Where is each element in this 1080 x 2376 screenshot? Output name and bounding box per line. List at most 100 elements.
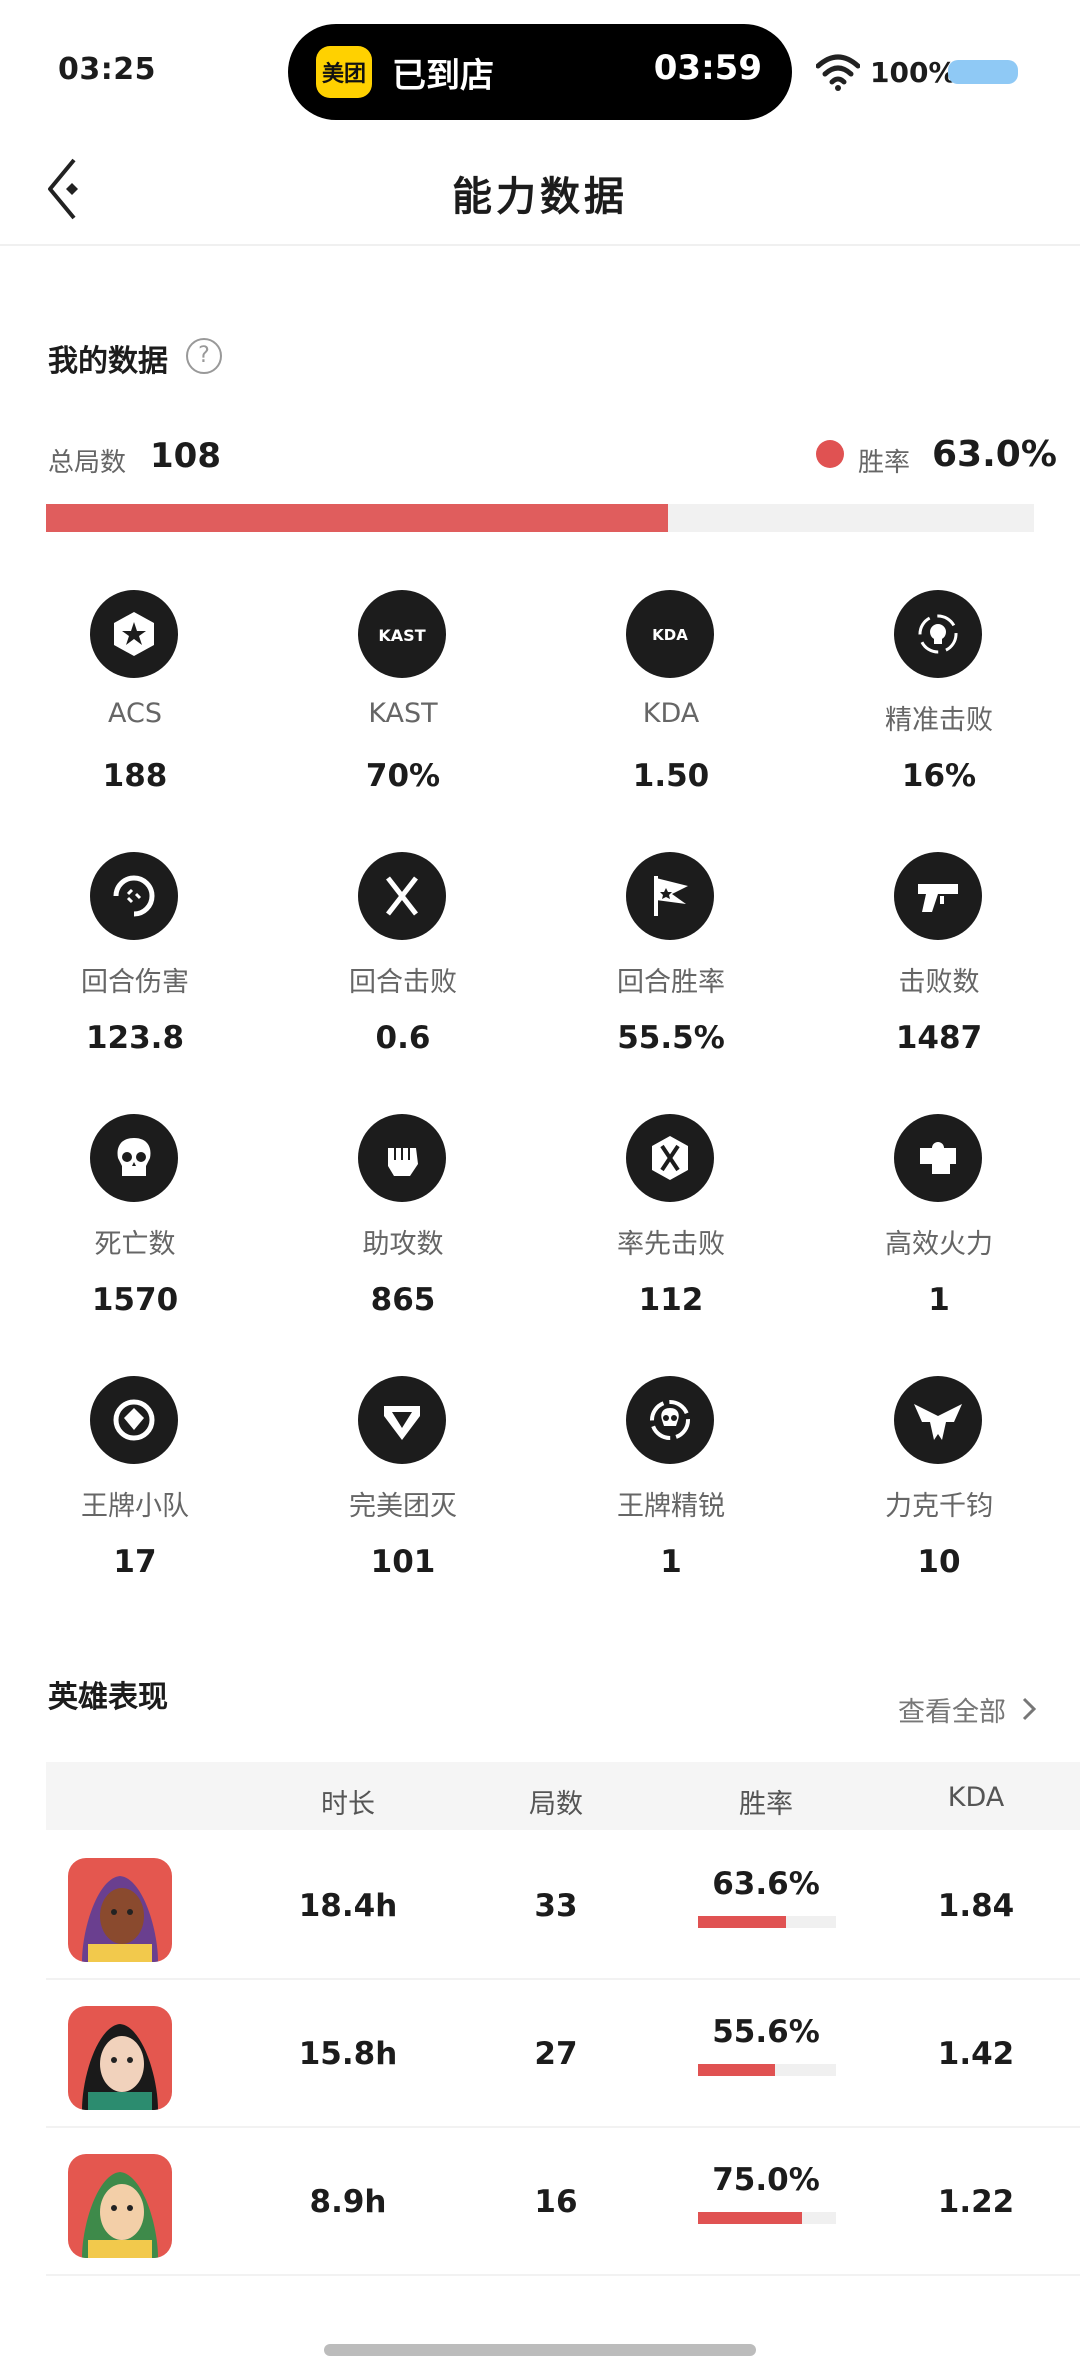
meituan-app-icon: 美团 — [316, 46, 372, 98]
stat-item[interactable]: 高效火力 1 — [804, 1106, 1074, 1370]
stat-item[interactable]: 力克千钧 10 — [804, 1368, 1074, 1632]
first-blood-icon — [626, 1114, 714, 1202]
stat-item[interactable]: ACS 188 — [0, 582, 270, 846]
stat-label: 精准击败 — [885, 705, 993, 736]
hero-games: 33 — [534, 1888, 578, 1924]
stat-label: 回合胜率 — [617, 967, 725, 998]
hero-win-rate-bar — [698, 2212, 836, 2224]
stat-item[interactable]: 回合伤害 123.8 — [0, 844, 270, 1108]
wifi-icon — [816, 54, 860, 91]
my-data-title: 我的数据 — [48, 344, 168, 379]
island-timer: 03:59 — [653, 48, 762, 88]
stat-item[interactable]: 助攻数 865 — [268, 1106, 538, 1370]
stat-item[interactable]: 精准击败 16% — [804, 582, 1074, 846]
hero-table-header: 时长 局数 胜率 KDA — [46, 1762, 1080, 1830]
status-time: 03:25 — [58, 52, 156, 87]
stat-label: 王牌精锐 — [617, 1491, 725, 1522]
stat-label: 死亡数 — [94, 1229, 176, 1260]
stat-item[interactable]: 完美团灭 101 — [268, 1368, 538, 1632]
stat-item[interactable]: 王牌精锐 1 — [536, 1368, 806, 1632]
round-damage-icon — [90, 852, 178, 940]
hero-games: 16 — [534, 2184, 578, 2220]
stat-label: ACS — [108, 698, 162, 729]
hero-win-rate: 75.0% — [712, 2162, 820, 2198]
hero-row[interactable]: 15.8h 27 55.6% 1.42 — [46, 1978, 1080, 2128]
stat-value: 1 — [660, 1544, 682, 1580]
fist-icon — [358, 1114, 446, 1202]
column-header-duration: 时长 — [321, 1789, 375, 1820]
eagle-icon — [894, 1376, 982, 1464]
home-indicator[interactable] — [324, 2344, 756, 2356]
battery-icon — [948, 60, 1018, 84]
battery-percentage: 100% — [870, 56, 957, 89]
ace-elite-icon — [626, 1376, 714, 1464]
headshot-crosshair-icon — [894, 590, 982, 678]
kda-icon: KDA — [626, 590, 714, 678]
stat-item[interactable]: 率先击败 112 — [536, 1106, 806, 1370]
hero-win-rate-fill — [698, 1916, 786, 1928]
stat-item[interactable]: 回合击败 0.6 — [268, 844, 538, 1108]
stat-item[interactable]: KAST KAST 70% — [268, 582, 538, 846]
acs-star-icon — [90, 590, 178, 678]
hero-avatar — [68, 1858, 172, 1962]
hero-duration: 15.8h — [298, 2036, 398, 2072]
stat-value: 123.8 — [85, 1020, 185, 1056]
stat-value: 1.50 — [632, 758, 710, 794]
hero-row[interactable]: 8.9h 16 75.0% 1.22 — [46, 2126, 1080, 2276]
hero-win-rate: 55.6% — [712, 2014, 820, 2050]
skull-icon — [90, 1114, 178, 1202]
hero-win-rate-fill — [698, 2212, 802, 2224]
help-icon[interactable]: ? — [186, 338, 222, 374]
stat-value: 101 — [370, 1544, 436, 1580]
stat-label: KAST — [368, 698, 438, 729]
hero-kda: 1.42 — [937, 2036, 1015, 2072]
puzzle-icon — [894, 1114, 982, 1202]
stat-value: 70% — [365, 758, 441, 794]
win-rate-value: 63.0% — [932, 434, 1057, 475]
stat-item[interactable]: 回合胜率 55.5% — [536, 844, 806, 1108]
hero-kda: 1.22 — [937, 2184, 1015, 2220]
kast-icon: KAST — [358, 590, 446, 678]
stat-value: 55.5% — [617, 1020, 725, 1056]
stat-item[interactable]: 击败数 1487 — [804, 844, 1074, 1108]
view-all-label: 查看全部 — [898, 1697, 1006, 1728]
round-win-flag-icon — [626, 852, 714, 940]
stat-label: 助攻数 — [362, 1229, 444, 1260]
stat-item[interactable]: KDA KDA 1.50 — [536, 582, 806, 846]
hero-kda: 1.84 — [937, 1888, 1015, 1924]
svg-text:KAST: KAST — [378, 626, 425, 645]
total-games-label: 总局数 — [48, 448, 127, 478]
stat-value: 10 — [917, 1544, 961, 1580]
stat-value: 1 — [928, 1282, 950, 1318]
hero-avatar — [68, 2006, 172, 2110]
hero-games: 27 — [534, 2036, 578, 2072]
stat-label: KDA — [642, 698, 700, 729]
stat-item[interactable]: 死亡数 1570 — [0, 1106, 270, 1370]
hero-row[interactable]: 18.4h 33 63.6% 1.84 — [46, 1830, 1080, 1980]
stat-label: 击败数 — [898, 967, 980, 998]
stat-item[interactable]: 王牌小队 17 — [0, 1368, 270, 1632]
stat-value: 16% — [901, 758, 977, 794]
island-status-text: 已到店 — [392, 56, 494, 96]
hero-win-rate-bar — [698, 2064, 836, 2076]
win-rate-dot — [816, 440, 844, 468]
hero-duration: 8.9h — [309, 2184, 387, 2220]
page-title: 能力数据 — [452, 174, 628, 220]
win-rate-progress-fill — [46, 504, 669, 532]
nav-bar: 能力数据 — [0, 140, 1080, 246]
stat-value: 1487 — [895, 1020, 983, 1056]
win-rate-progress-bar — [46, 504, 1034, 532]
gun-icon — [894, 852, 982, 940]
stat-label: 完美团灭 — [349, 1491, 457, 1522]
win-rate-label: 胜率 — [858, 448, 911, 478]
chevron-right-icon — [1022, 1697, 1036, 1721]
ace-squad-icon — [90, 1376, 178, 1464]
view-all-link[interactable]: 查看全部 — [898, 1690, 1039, 1729]
dynamic-island[interactable]: 美团 已到店 03:59 — [288, 24, 792, 120]
hero-win-rate-fill — [698, 2064, 775, 2076]
stat-value: 112 — [638, 1282, 704, 1318]
hero-win-rate: 63.6% — [712, 1866, 820, 1902]
stat-value: 17 — [113, 1544, 157, 1580]
hero-performance-title: 英雄表现 — [48, 1680, 168, 1715]
stat-label: 回合伤害 — [81, 967, 189, 998]
